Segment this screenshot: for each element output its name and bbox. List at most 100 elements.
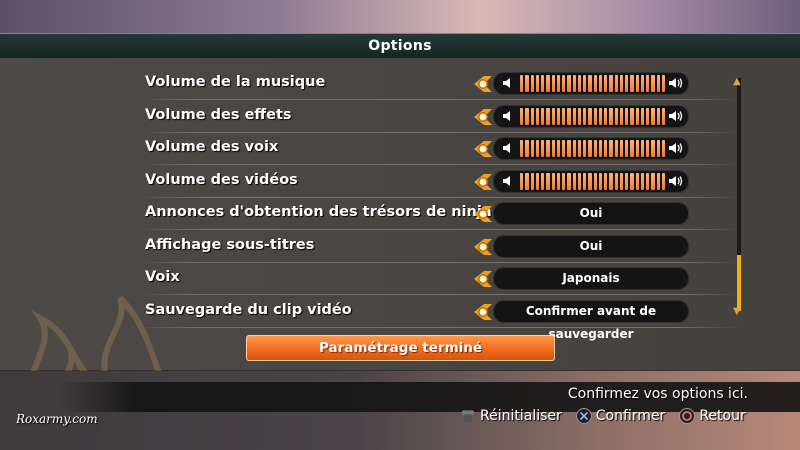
volume-low-icon	[503, 110, 510, 121]
volume-bar-segment	[630, 140, 634, 157]
circle-button-icon	[679, 408, 696, 424]
option-value-selector[interactable]: Oui	[493, 202, 689, 225]
option-value-selector[interactable]: Japonais	[493, 267, 689, 290]
row-divider	[140, 326, 740, 328]
watermark: Roxarmy.com	[16, 412, 98, 426]
volume-bar-segment	[609, 75, 613, 92]
option-value-selector[interactable]: Confirmer avant de sauvegarder	[493, 299, 689, 341]
back-button[interactable]: Retour	[679, 408, 746, 424]
volume-bar-segment	[625, 172, 629, 190]
background-sky	[0, 0, 800, 34]
volume-bar-segment	[646, 107, 650, 125]
volume-bar-segment	[646, 140, 650, 157]
volume-bar-segment	[583, 172, 587, 190]
page-title: Options	[0, 33, 800, 59]
option-value: Oui	[579, 238, 603, 253]
option-label: Annonces d'obtention des trésors de ninj…	[145, 204, 492, 220]
volume-bar-segment	[546, 75, 550, 92]
option-label: Volume des voix	[145, 139, 279, 155]
volume-bar-segment	[614, 140, 618, 157]
finish-settings-button[interactable]: Paramétrage terminé	[246, 335, 555, 361]
volume-bar-segment	[577, 140, 581, 157]
left-arrow-icon[interactable]	[472, 75, 494, 93]
scrollbar-thumb[interactable]	[737, 255, 741, 311]
volume-bar-segment	[630, 172, 634, 190]
back-label: Retour	[699, 408, 746, 424]
volume-bar-segment	[546, 107, 550, 125]
volume-bar-segment	[567, 107, 571, 125]
volume-bar-segment	[583, 75, 587, 92]
volume-bar	[520, 172, 665, 190]
volume-bar-segment	[583, 107, 587, 125]
volume-bar-segment	[635, 172, 639, 190]
option-row[interactable]: Voix Japonais	[140, 263, 740, 295]
volume-bar-segment	[551, 107, 555, 125]
volume-bar-segment	[525, 75, 529, 92]
left-arrow-icon[interactable]	[472, 303, 494, 321]
option-row[interactable]: Affichage sous-titres Oui	[140, 231, 740, 263]
option-row[interactable]: Annonces d'obtention des trésors de ninj…	[140, 198, 740, 230]
volume-bar-segment	[525, 107, 529, 125]
footer-buttons: Réinitialiser Confirmer Retour	[460, 408, 746, 424]
confirm-button[interactable]: Confirmer	[575, 408, 665, 424]
volume-bar-segment	[640, 140, 644, 157]
volume-bar-segment	[583, 140, 587, 157]
volume-bar-segment	[598, 140, 602, 157]
reset-button[interactable]: Réinitialiser	[460, 408, 562, 424]
scroll-down-icon: ▼	[733, 306, 741, 317]
reset-label: Réinitialiser	[480, 408, 562, 424]
volume-bar-segment	[661, 107, 665, 125]
left-arrow-icon[interactable]	[472, 140, 494, 158]
volume-bar	[520, 140, 665, 157]
volume-high-icon	[669, 175, 683, 186]
page-title-text: Options	[368, 38, 432, 54]
option-row[interactable]: Volume des voix	[140, 133, 740, 165]
volume-bar-segment	[525, 140, 529, 157]
volume-bar-segment	[530, 140, 534, 157]
volume-bar-segment	[630, 107, 634, 125]
option-row[interactable]: Volume des effets	[140, 101, 740, 133]
left-arrow-icon[interactable]	[472, 238, 494, 256]
volume-bar-segment	[598, 75, 602, 92]
volume-bar-segment	[530, 172, 534, 190]
volume-bar-segment	[656, 172, 660, 190]
left-arrow-icon[interactable]	[472, 270, 494, 288]
volume-slider[interactable]	[493, 104, 689, 128]
volume-bar-segment	[635, 140, 639, 157]
volume-bar-segment	[651, 172, 655, 190]
volume-low-icon	[503, 78, 510, 88]
volume-bar-segment	[530, 107, 534, 125]
volume-bar-segment	[640, 75, 644, 92]
left-arrow-icon[interactable]	[472, 205, 494, 223]
left-arrow-icon[interactable]	[472, 173, 494, 191]
option-value: Japonais	[562, 271, 620, 285]
volume-bar-segment	[588, 140, 592, 157]
option-value-selector[interactable]: Oui	[493, 234, 689, 258]
volume-bar-segment	[604, 75, 608, 92]
cross-button-icon	[575, 408, 592, 424]
volume-bar-segment	[635, 107, 639, 125]
volume-bar-segment	[635, 75, 639, 92]
volume-bar-segment	[562, 140, 566, 157]
option-row[interactable]: Volume de la musique	[140, 68, 740, 100]
option-row[interactable]: Volume des vidéos	[140, 166, 740, 198]
volume-bar-segment	[656, 75, 660, 92]
volume-slider[interactable]	[493, 137, 689, 160]
volume-bar-segment	[588, 172, 592, 190]
volume-slider[interactable]	[493, 72, 689, 95]
volume-bar-segment	[598, 107, 602, 125]
left-arrow-icon[interactable]	[472, 108, 494, 126]
volume-bar-segment	[535, 172, 539, 190]
option-row[interactable]: Sauvegarde du clip vidéo Confirmer avant …	[140, 296, 740, 341]
volume-bar-segment	[520, 107, 524, 125]
option-label: Volume des effets	[145, 106, 292, 123]
volume-bar-segment	[556, 172, 560, 190]
volume-bar-segment	[609, 140, 613, 157]
volume-low-icon	[503, 175, 510, 186]
volume-bar-segment	[577, 172, 581, 190]
volume-bar-segment	[530, 75, 534, 92]
volume-slider[interactable]	[493, 169, 689, 193]
volume-bar-segment	[609, 107, 613, 125]
volume-bar-segment	[619, 75, 623, 92]
volume-bar-segment	[551, 140, 555, 157]
